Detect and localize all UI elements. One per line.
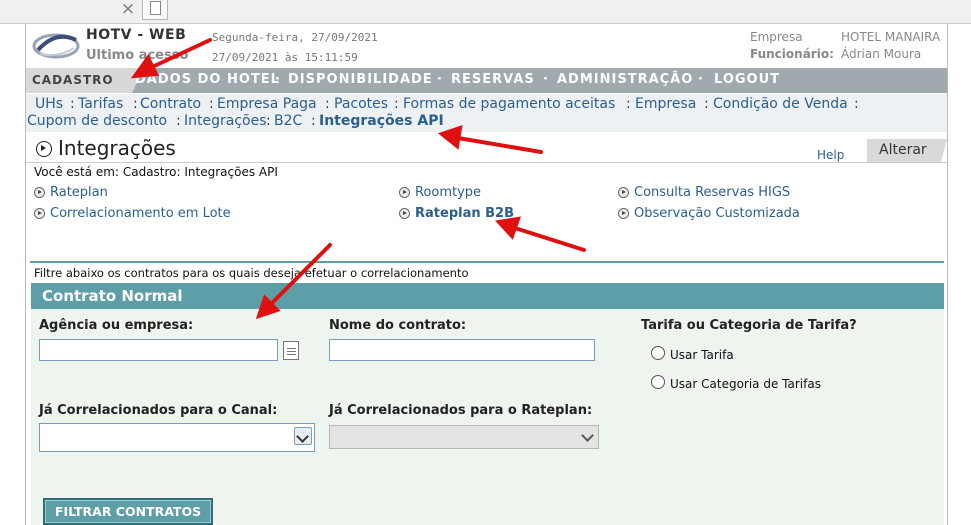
subnav-cupom-desconto[interactable]: Cupom de desconto bbox=[27, 113, 167, 129]
arrow-circle-icon bbox=[399, 187, 410, 198]
hotv-logo bbox=[32, 33, 80, 59]
subnav-separator: : bbox=[704, 96, 709, 112]
menu-label: Rateplan B2B bbox=[415, 206, 514, 221]
lookup-document-icon[interactable] bbox=[283, 341, 299, 360]
rate-question-label: Tarifa ou Categoria de Tarifa? bbox=[641, 318, 857, 333]
subnav-separator: : bbox=[70, 96, 75, 112]
chevron-down-icon[interactable] bbox=[294, 427, 312, 445]
filtrar-contratos-button[interactable]: FILTRAR CONTRATOS bbox=[43, 498, 213, 525]
nav-separator: · bbox=[437, 72, 442, 87]
menu-roomtype[interactable]: Roomtype bbox=[399, 185, 519, 201]
last-access-label: Ultimo acesso bbox=[86, 48, 189, 63]
subnav-b2c[interactable]: B2C bbox=[274, 113, 302, 129]
subnav-separator: : bbox=[394, 96, 399, 112]
subnav-separator: : bbox=[176, 113, 181, 129]
page-title-row: Integrações Help Alterar bbox=[26, 134, 947, 162]
subnav-separator: : bbox=[209, 96, 214, 112]
app-header: HOTV - WEB Ultimo acesso Segunda-feira, … bbox=[26, 24, 947, 66]
main-nav: CADASTRO DADOS DO HOTEL · DISPONIBILIDAD… bbox=[26, 68, 947, 93]
rateplan-label: Já Correlacionados para o Rateplan: bbox=[329, 403, 593, 418]
subnav-contrato[interactable]: Contrato bbox=[140, 96, 201, 112]
menu-rateplan-b2b[interactable]: Rateplan B2B bbox=[399, 206, 529, 222]
nav-logout[interactable]: LOGOUT bbox=[714, 72, 780, 87]
nav-separator: · bbox=[698, 72, 703, 87]
browser-tab-strip: × bbox=[0, 0, 971, 24]
subnav-separator: : bbox=[626, 96, 631, 112]
company-label: Empresa bbox=[750, 30, 803, 44]
menu-consulta-reservas-higs[interactable]: Consulta Reservas HIGS bbox=[618, 185, 818, 201]
document-icon bbox=[150, 1, 161, 15]
filter-hint: Filtre abaixo os contratos para os quais… bbox=[34, 266, 469, 280]
subnav-empresa[interactable]: Empresa bbox=[635, 96, 696, 112]
menu-rateplan[interactable]: Rateplan bbox=[34, 185, 174, 201]
menu-correlacionamento-lote[interactable]: Correlacionamento em Lote bbox=[34, 206, 254, 222]
subnav-integracoes-api[interactable]: Integrações API bbox=[319, 113, 444, 129]
subnav-separator: : bbox=[133, 96, 138, 112]
company-value: HOTEL MANAIRA bbox=[841, 30, 941, 44]
subnav-tarifas[interactable]: Tarifas bbox=[78, 96, 123, 112]
menu-label: Consulta Reservas HIGS bbox=[634, 185, 791, 200]
page-title: Integrações bbox=[58, 136, 176, 160]
subnav-uhs[interactable]: UHs bbox=[35, 96, 63, 112]
nav-dados-do-hotel[interactable]: DADOS DO HOTEL bbox=[135, 72, 280, 87]
nav-administracao[interactable]: ADMINISTRAÇÃO bbox=[557, 72, 693, 87]
menu-observacao-customizada[interactable]: Observação Customizada bbox=[618, 206, 818, 222]
app-title: HOTV - WEB bbox=[86, 27, 187, 43]
chevron-down-icon bbox=[581, 429, 594, 442]
alterar-tab[interactable]: Alterar bbox=[867, 139, 947, 162]
contract-name-label: Nome do contrato: bbox=[329, 318, 467, 333]
arrow-circle-icon bbox=[34, 187, 45, 198]
subnav-separator: : bbox=[311, 113, 316, 129]
current-date: Segunda-feira, 27/09/2021 bbox=[212, 31, 378, 44]
close-tab-icon[interactable]: × bbox=[118, 0, 138, 18]
radio-usar-categoria[interactable] bbox=[651, 375, 665, 389]
nav-separator: · bbox=[543, 72, 548, 87]
last-access-value: 27/09/2021 às 15:11:59 bbox=[212, 51, 358, 64]
nav-disponibilidade[interactable]: DISPONIBILIDADE bbox=[288, 72, 433, 87]
menu-label: Roomtype bbox=[415, 185, 482, 200]
arrow-circle-icon bbox=[34, 208, 45, 219]
subnav-pacotes[interactable]: Pacotes bbox=[334, 96, 388, 112]
new-tab-button[interactable] bbox=[142, 0, 168, 20]
arrow-circle-icon bbox=[399, 208, 410, 219]
sub-nav: UHs : Tarifas : Contrato : Empresa Paga … bbox=[26, 94, 947, 132]
menu-label: Rateplan bbox=[50, 185, 108, 200]
radio-usar-tarifa-label: Usar Tarifa bbox=[670, 348, 734, 362]
divider bbox=[30, 261, 944, 263]
subnav-separator: : bbox=[854, 96, 859, 112]
menu-label: Observação Customizada bbox=[634, 206, 800, 221]
contract-name-input[interactable] bbox=[329, 339, 595, 361]
employee-label: Funcionário: bbox=[750, 47, 834, 61]
subnav-formas-pagamento[interactable]: Formas de pagamento aceitas bbox=[403, 96, 615, 112]
rateplan-select[interactable] bbox=[329, 425, 599, 449]
page-frame: HOTV - WEB Ultimo acesso Segunda-feira, … bbox=[25, 24, 948, 525]
arrow-circle-icon bbox=[618, 187, 629, 198]
nav-cadastro[interactable]: CADASTRO bbox=[26, 68, 144, 93]
nav-reservas[interactable]: RESERVAS bbox=[451, 72, 535, 87]
subnav-condicao-venda[interactable]: Condição de Venda bbox=[713, 96, 848, 112]
menu-label: Correlacionamento em Lote bbox=[50, 206, 231, 221]
subnav-separator: : bbox=[266, 113, 271, 129]
divider bbox=[26, 162, 947, 163]
breadcrumb: Você está em: Cadastro: Integrações API bbox=[34, 165, 278, 179]
channel-select[interactable] bbox=[39, 423, 315, 452]
subnav-empresa-paga[interactable]: Empresa Paga bbox=[217, 96, 317, 112]
employee-value: Ádrian Moura bbox=[841, 47, 922, 61]
subnav-separator: : bbox=[325, 96, 330, 112]
channel-label: Já Correlacionados para o Canal: bbox=[39, 403, 278, 418]
radio-usar-categoria-label: Usar Categoria de Tarifas bbox=[670, 377, 821, 391]
agency-input[interactable] bbox=[39, 339, 278, 361]
agency-label: Agência ou empresa: bbox=[39, 318, 194, 333]
arrow-circle-icon bbox=[618, 208, 629, 219]
subnav-integracoes[interactable]: Integrações bbox=[184, 113, 267, 129]
radio-usar-tarifa[interactable] bbox=[651, 346, 665, 360]
arrow-circle-icon bbox=[36, 141, 52, 157]
help-link[interactable]: Help bbox=[817, 148, 844, 162]
section-title: Contrato Normal bbox=[31, 283, 944, 309]
filter-form: Agência ou empresa: Nome do contrato: Ta… bbox=[31, 309, 944, 525]
nav-separator: · bbox=[275, 72, 280, 87]
